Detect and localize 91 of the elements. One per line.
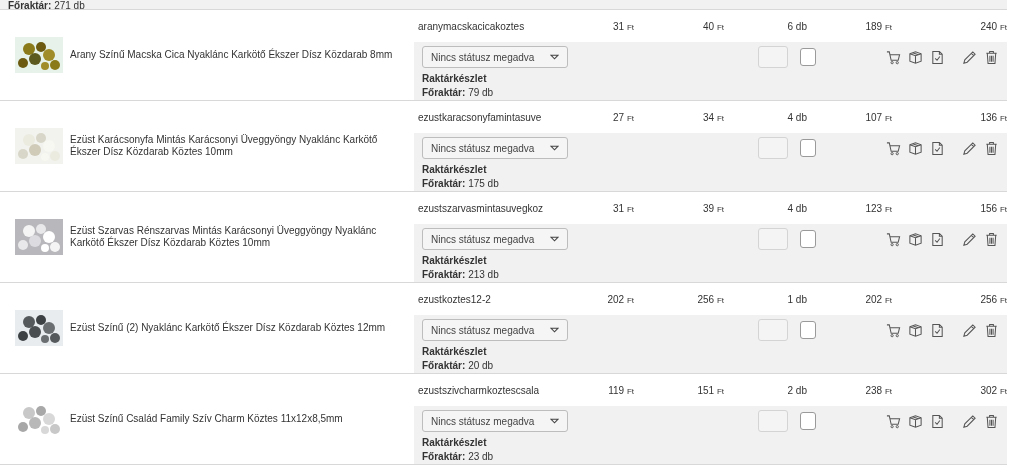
stock-count: Főraktár: 271 db xyxy=(8,0,86,9)
total-text: 156 Ft xyxy=(979,202,1007,214)
price-text: 256 Ft xyxy=(696,293,724,305)
status-dropdown[interactable]: Nincs státusz megadva xyxy=(422,410,568,432)
price-text: 119 Ft xyxy=(607,384,634,396)
product-name: Ezüst Karácsonyfa Mintás Karácsonyi Üveggyöngy Nyaklánc Karkötő Ékszer Dísz Közdarab Köztes 10mm xyxy=(70,134,379,158)
cart-icon[interactable] xyxy=(886,231,901,247)
stock-count: Főraktár: 175 db xyxy=(422,177,500,191)
stock-count: Főraktár: 213 db xyxy=(422,268,500,282)
box-icon[interactable] xyxy=(908,140,923,156)
checkbox[interactable] xyxy=(800,321,816,339)
caret-icon xyxy=(550,236,559,242)
quantity-text: 2 db xyxy=(786,384,807,396)
quantity-text: 4 db xyxy=(786,111,807,123)
checkbox[interactable] xyxy=(800,48,816,66)
cart-icon[interactable] xyxy=(886,413,901,429)
cart-icon[interactable] xyxy=(886,49,901,65)
cart-icon[interactable] xyxy=(886,322,901,338)
trash-icon[interactable] xyxy=(984,322,999,338)
document-check-icon[interactable] xyxy=(930,322,945,338)
total-text: 238 Ft xyxy=(864,384,892,396)
status-dropdown[interactable]: Nincs státusz megadva xyxy=(422,137,568,159)
price-text: 151 Ft xyxy=(696,384,724,396)
status-dropdown[interactable]: Nincs státusz megadva xyxy=(422,319,568,341)
document-check-icon[interactable] xyxy=(930,49,945,65)
stock-title: Raktárkészlet xyxy=(422,72,488,86)
document-check-icon[interactable] xyxy=(930,140,945,156)
total-text: 123 Ft xyxy=(864,202,892,214)
sku-text: ezustszivcharmkoztescsala xyxy=(418,384,541,396)
sku-text: ezustszarvasmintasuvegkoz xyxy=(418,202,545,214)
pencil-icon[interactable] xyxy=(962,413,977,429)
pencil-icon[interactable] xyxy=(962,322,977,338)
quantity-text: 4 db xyxy=(786,202,807,214)
price-text: 39 Ft xyxy=(702,202,724,214)
sku-text: aranymacskacicakoztes xyxy=(418,20,526,32)
price-text: 31 Ft xyxy=(612,20,634,32)
product-name: Ezüst Szarvas Rénszarvas Mintás Karácsonyi Üveggyöngy Nyaklánc Karkötő Ékszer Dísz Közdarab Köztes 10mm xyxy=(70,225,378,249)
caret-icon xyxy=(550,327,559,333)
trash-icon[interactable] xyxy=(984,413,999,429)
stock-count: Főraktár: 23 db xyxy=(422,450,495,464)
status-dropdown[interactable]: Nincs státusz megadva xyxy=(422,228,568,250)
total-text: 107 Ft xyxy=(864,111,892,123)
pencil-icon[interactable] xyxy=(962,49,977,65)
checkbox[interactable] xyxy=(800,412,816,430)
stock-title: Raktárkészlet xyxy=(422,345,488,359)
box-icon[interactable] xyxy=(908,322,923,338)
total-text: 202 Ft xyxy=(864,293,892,305)
stock-title: Raktárkészlet xyxy=(422,436,488,450)
caret-icon xyxy=(550,145,559,151)
total-text: 136 Ft xyxy=(979,111,1007,123)
stock-title: Raktárkészlet xyxy=(422,254,488,268)
pencil-icon[interactable] xyxy=(962,140,977,156)
stock-count: Főraktár: 79 db xyxy=(422,86,495,100)
stock-count: Főraktár: 20 db xyxy=(422,359,495,373)
trash-icon[interactable] xyxy=(984,140,999,156)
checkbox[interactable] xyxy=(800,139,816,157)
price-text: 34 Ft xyxy=(702,111,724,123)
quantity-text: 1 db xyxy=(786,293,807,305)
box-icon[interactable] xyxy=(908,413,923,429)
checkbox[interactable] xyxy=(800,230,816,248)
document-check-icon[interactable] xyxy=(930,231,945,247)
product-name: Ezüst Színű (2) Nyaklánc Karkötő Ékszer Dísz Közdarab Köztes 12mm xyxy=(70,322,387,334)
trash-icon[interactable] xyxy=(984,231,999,247)
sku-text: ezustkoztes12-2 xyxy=(418,293,492,305)
input-field[interactable] xyxy=(758,228,788,250)
pencil-icon[interactable] xyxy=(962,231,977,247)
input-field[interactable] xyxy=(758,319,788,341)
box-icon[interactable] xyxy=(908,49,923,65)
input-field[interactable] xyxy=(758,137,788,159)
total-text: 256 Ft xyxy=(979,293,1007,305)
cart-icon[interactable] xyxy=(886,140,901,156)
sku-text: ezustkaracsonyfamintasuve xyxy=(418,111,543,123)
document-check-icon[interactable] xyxy=(930,413,945,429)
product-name: Arany Színű Macska Cica Nyaklánc Karkötő Ékszer Dísz Közdarab 8mm xyxy=(70,49,394,61)
product-name: Ezüst Színű Család Family Szív Charm Köztes 11x12x8,5mm xyxy=(70,413,344,425)
total-text: 302 Ft xyxy=(979,384,1007,396)
caret-icon xyxy=(550,418,559,424)
total-text: 240 Ft xyxy=(979,20,1007,32)
quantity-text: 6 db xyxy=(786,20,807,32)
stock-title: Raktárkészlet xyxy=(422,163,488,177)
caret-icon xyxy=(550,54,559,60)
total-text: 189 Ft xyxy=(864,20,892,32)
price-text: 202 Ft xyxy=(606,293,634,305)
input-field[interactable] xyxy=(758,410,788,432)
price-text: 31 Ft xyxy=(612,202,634,214)
status-dropdown[interactable]: Nincs státusz megadva xyxy=(422,46,568,68)
price-text: 40 Ft xyxy=(702,20,724,32)
price-text: 27 Ft xyxy=(612,111,634,123)
box-icon[interactable] xyxy=(908,231,923,247)
input-field[interactable] xyxy=(758,46,788,68)
trash-icon[interactable] xyxy=(984,49,999,65)
